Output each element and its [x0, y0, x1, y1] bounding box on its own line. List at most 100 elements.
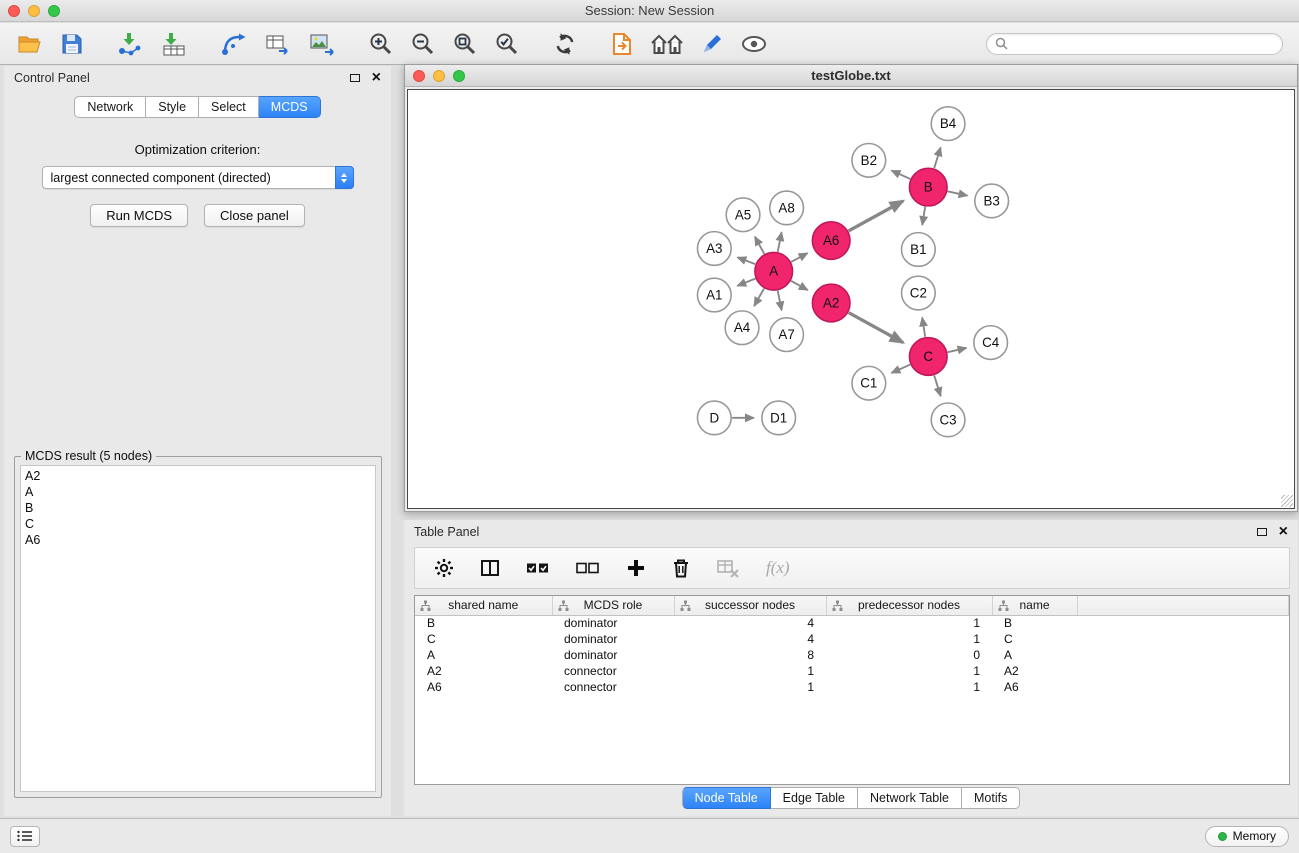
graph-edge-A-A1[interactable]	[737, 279, 755, 286]
delete-row-button[interactable]	[671, 557, 691, 579]
graph-node-D1[interactable]: D1	[762, 401, 796, 435]
zoom-fit-button[interactable]	[452, 31, 478, 57]
window-minimize-button[interactable]	[28, 5, 40, 17]
table-cell[interactable]: A	[992, 647, 1077, 663]
graph-node-D[interactable]: D	[697, 401, 731, 435]
close-panel-icon[interactable]: ×	[372, 72, 381, 84]
task-history-button[interactable]	[10, 826, 40, 847]
graph-edge-A6-B[interactable]	[849, 201, 904, 231]
graph-node-C2[interactable]: C2	[902, 276, 936, 310]
result-item[interactable]: A2	[25, 468, 371, 484]
graph-node-C3[interactable]: C3	[931, 403, 965, 437]
graph-node-C[interactable]: C	[909, 338, 947, 376]
graph-node-A[interactable]: A	[755, 252, 793, 290]
open-session-button[interactable]	[16, 32, 44, 56]
graph-node-A8[interactable]: A8	[770, 191, 804, 225]
column-header-predecessor-nodes[interactable]: predecessor nodes	[826, 596, 992, 615]
float-panel-icon[interactable]	[350, 74, 360, 82]
graph-edge-B-B4[interactable]	[934, 147, 940, 168]
table-cell[interactable]: dominator	[552, 631, 674, 647]
graph-node-A1[interactable]: A1	[697, 278, 731, 312]
table-cell[interactable]: 4	[674, 631, 826, 647]
column-header-successor-nodes[interactable]: successor nodes	[674, 596, 826, 615]
run-mcds-button[interactable]: Run MCDS	[90, 204, 188, 227]
network-canvas[interactable]: B4B2BB3A5A8A6A3B1AA1C2A2A4A7C4CC1C3DD1	[408, 90, 1294, 508]
table-cell[interactable]: connector	[552, 663, 674, 679]
graph-edge-A-A5[interactable]	[755, 237, 764, 254]
select-all-button[interactable]	[525, 558, 551, 578]
window-zoom-button[interactable]	[48, 5, 60, 17]
table-cell[interactable]: A2	[415, 663, 552, 679]
result-item[interactable]: C	[25, 516, 371, 532]
annotate-button[interactable]	[700, 32, 724, 56]
show-graphics-button[interactable]	[740, 34, 768, 54]
mcds-result-list[interactable]: A2ABCA6	[20, 465, 376, 792]
graph-edge-C-C2[interactable]	[922, 318, 925, 337]
graph-edge-A-A2[interactable]	[791, 281, 808, 290]
import-network-button[interactable]	[116, 31, 144, 57]
float-table-panel-icon[interactable]	[1257, 528, 1267, 536]
close-panel-button[interactable]: Close panel	[204, 204, 305, 227]
graph-node-A5[interactable]: A5	[726, 198, 760, 232]
table-cell[interactable]: 1	[674, 679, 826, 695]
add-row-button[interactable]	[625, 557, 647, 579]
result-item[interactable]: A	[25, 484, 371, 500]
tab-motifs[interactable]: Motifs	[962, 787, 1020, 809]
table-cell[interactable]: 1	[826, 615, 992, 631]
tab-style[interactable]: Style	[146, 96, 199, 118]
home-button[interactable]	[650, 32, 684, 56]
network-zoom-button[interactable]	[453, 70, 465, 82]
tab-select[interactable]: Select	[199, 96, 259, 118]
graph-edge-B-B3[interactable]	[948, 191, 968, 195]
open-document-button[interactable]	[610, 31, 634, 57]
import-table-button[interactable]	[160, 31, 188, 57]
table-cell[interactable]: 4	[674, 615, 826, 631]
graph-node-A7[interactable]: A7	[770, 318, 804, 352]
apply-layout-button[interactable]	[552, 31, 578, 57]
tab-network[interactable]: Network	[74, 96, 146, 118]
graph-node-A4[interactable]: A4	[725, 311, 759, 345]
zoom-out-button[interactable]	[410, 31, 436, 57]
table-cell[interactable]: B	[415, 615, 552, 631]
close-table-panel-icon[interactable]: ×	[1279, 526, 1288, 538]
table-cell[interactable]: A6	[415, 679, 552, 695]
table-cell[interactable]: dominator	[552, 647, 674, 663]
export-network-button[interactable]	[220, 31, 248, 57]
graph-edge-B-B1[interactable]	[922, 207, 925, 225]
graph-node-B[interactable]: B	[909, 168, 947, 206]
table-row[interactable]: Adominator80A	[415, 647, 1289, 663]
function-builder-button[interactable]: f(x)	[765, 557, 791, 579]
graph-edge-A-A7[interactable]	[778, 291, 782, 311]
network-close-button[interactable]	[413, 70, 425, 82]
table-cell[interactable]: C	[992, 631, 1077, 647]
graph-edge-C-C3[interactable]	[934, 375, 940, 396]
column-header-shared-name[interactable]: shared name	[415, 596, 552, 615]
table-cell[interactable]: connector	[552, 679, 674, 695]
table-settings-button[interactable]	[433, 557, 455, 579]
save-session-button[interactable]	[60, 32, 84, 56]
table-cell[interactable]: A2	[992, 663, 1077, 679]
graph-node-A6[interactable]: A6	[812, 222, 850, 260]
graph-edge-A2-C[interactable]	[849, 313, 904, 343]
table-cell[interactable]: 1	[826, 679, 992, 695]
deselect-all-button[interactable]	[575, 558, 601, 578]
column-header-name[interactable]: name	[992, 596, 1077, 615]
table-row[interactable]: Bdominator41B	[415, 615, 1289, 631]
table-row[interactable]: A6connector11A6	[415, 679, 1289, 695]
tab-network-table[interactable]: Network Table	[858, 787, 962, 809]
result-item[interactable]: A6	[25, 532, 371, 548]
optimization-criterion-dropdown[interactable]: largest connected component (directed)	[42, 166, 354, 189]
table-cell[interactable]: B	[992, 615, 1077, 631]
resize-grip[interactable]	[1281, 495, 1293, 507]
graph-edge-A-A6[interactable]	[791, 253, 807, 262]
network-canvas-area[interactable]: B4B2BB3A5A8A6A3B1AA1C2A2A4A7C4CC1C3DD1	[407, 89, 1295, 509]
graph-edge-C-C4[interactable]	[948, 348, 967, 352]
edit-columns-button[interactable]	[479, 557, 501, 579]
table-row[interactable]: Cdominator41C	[415, 631, 1289, 647]
window-close-button[interactable]	[8, 5, 20, 17]
memory-button[interactable]: Memory	[1205, 826, 1289, 847]
tab-node-table[interactable]: Node Table	[682, 787, 771, 809]
export-table-button[interactable]	[264, 31, 292, 57]
graph-node-B1[interactable]: B1	[902, 233, 936, 267]
zoom-selected-button[interactable]	[494, 31, 520, 57]
